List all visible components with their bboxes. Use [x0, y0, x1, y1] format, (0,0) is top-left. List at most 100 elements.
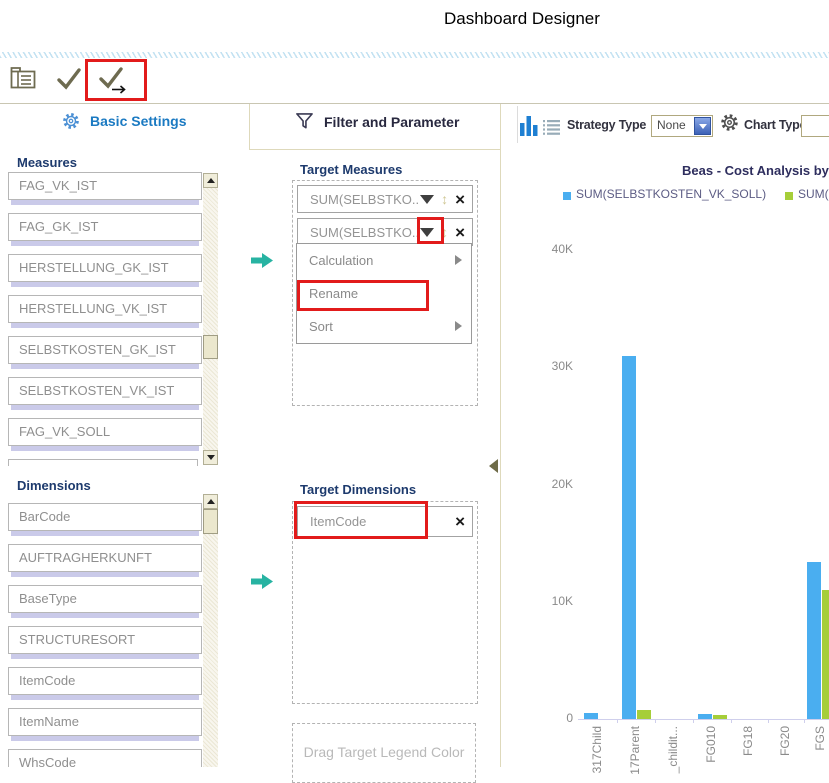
measure-remove-icon[interactable]: × — [455, 191, 465, 208]
legend-swatch — [563, 192, 571, 200]
chart-type-dropdown[interactable] — [801, 115, 829, 137]
target-measure-row[interactable]: SUM(SELBSTKO...↕× — [297, 218, 473, 246]
measure-item-box[interactable]: FAG_VK_SOLL — [8, 418, 202, 446]
measure-item-strip — [11, 323, 199, 328]
menu-item-calculation[interactable]: Calculation — [297, 244, 471, 277]
folder-browse-icon — [10, 66, 36, 89]
dimension-item[interactable]: ItemName — [8, 708, 202, 741]
x-axis-tick — [693, 719, 694, 723]
chart-x-axis — [578, 719, 829, 720]
dimension-item[interactable]: AUFTRAGHERKUNFT — [8, 544, 202, 577]
dimension-remove-icon[interactable]: × — [455, 513, 465, 530]
dimension-item-strip — [11, 654, 199, 659]
confirm-button[interactable] — [53, 64, 85, 97]
measure-item[interactable]: FAG_VK_IST — [8, 172, 202, 205]
dimension-item-strip — [11, 736, 199, 741]
measure-item-box[interactable]: FAG_GK_IST — [8, 213, 202, 241]
measure-item-box[interactable]: HERSTELLUNG_GK_IST — [8, 254, 202, 282]
measure-item-box[interactable]: SELBSTKOSTEN_VK_IST — [8, 377, 202, 405]
dimension-item-box[interactable]: ItemName — [8, 708, 202, 736]
dimension-item[interactable]: BaseType — [8, 585, 202, 618]
triangle-up-icon — [207, 499, 215, 504]
target-dimensions-label: Target Dimensions — [300, 482, 416, 497]
dimension-item[interactable]: ItemCode — [8, 667, 202, 700]
triangle-down-icon — [207, 455, 215, 460]
y-axis-tick-label: 20K — [540, 477, 573, 491]
strategy-type-label: Strategy Type — [567, 118, 646, 132]
legend-label: SUM(SELBSTKOSTEN_VK_SOLL) — [576, 187, 766, 201]
measure-item[interactable]: SELBSTKOSTEN_VK_IST — [8, 377, 202, 410]
measure-dropdown-caret-icon[interactable] — [420, 195, 434, 204]
scroll-up-button[interactable] — [203, 173, 218, 188]
dimensions-section-label: Dimensions — [17, 478, 91, 493]
filter-icon — [295, 112, 314, 131]
target-measure-row[interactable]: SUM(SELBSTKO...↕× — [297, 185, 473, 213]
y-axis-tick-label: 0 — [540, 711, 573, 725]
confirm-and-exit-button[interactable] — [95, 64, 136, 99]
x-axis-category-label: FG18 — [742, 726, 755, 756]
bar-chart-icon[interactable] — [520, 115, 538, 136]
collapse-panel-icon[interactable] — [489, 459, 498, 473]
target-legend-color-dropzone[interactable]: Drag Target Legend Color — [292, 723, 476, 783]
measure-item[interactable]: FAG_VK_SOLL — [8, 418, 202, 451]
bar-series1[interactable] — [698, 714, 712, 719]
list-icon[interactable] — [543, 119, 560, 135]
browse-button[interactable] — [8, 64, 38, 94]
bar-series1[interactable] — [807, 562, 821, 719]
chart-title: Beas - Cost Analysis by Ite — [682, 163, 829, 178]
dimension-item[interactable]: STRUCTURESORT — [8, 626, 202, 659]
dimension-item-box[interactable]: BaseType — [8, 585, 202, 613]
measure-item-partial — [8, 459, 198, 466]
bar-series2[interactable] — [822, 590, 829, 719]
target-dimensions-dropzone[interactable]: ItemCode× — [292, 501, 478, 704]
measures-scrollbar[interactable] — [203, 173, 218, 465]
dropdown-arrow-button[interactable] — [694, 117, 711, 135]
dimension-item-box[interactable]: BarCode — [8, 503, 202, 531]
measure-dropdown-caret-icon[interactable] — [420, 228, 434, 237]
scroll-up-button[interactable] — [203, 494, 218, 509]
dimension-item-box[interactable]: STRUCTURESORT — [8, 626, 202, 654]
chart-settings-gear-icon[interactable] — [720, 113, 739, 132]
dimension-item-strip — [11, 531, 199, 536]
measure-item-box[interactable]: HERSTELLUNG_VK_IST — [8, 295, 202, 323]
bar-series2[interactable] — [637, 710, 651, 719]
strategy-type-dropdown[interactable]: None — [651, 115, 713, 137]
dimension-item-box[interactable]: AUFTRAGHERKUNFT — [8, 544, 202, 572]
tab-basic-settings[interactable]: Basic Settings — [62, 112, 186, 130]
measure-item[interactable]: SELBSTKOSTEN_GK_IST — [8, 336, 202, 369]
measure-move-icon[interactable]: ↕ — [441, 191, 448, 207]
chart-type-label: Chart Type — [744, 118, 806, 132]
menu-item-rename[interactable]: Rename — [297, 277, 471, 310]
target-measures-label: Target Measures — [300, 162, 402, 177]
measure-item-strip — [11, 405, 199, 410]
dimension-item[interactable]: WhsCode — [8, 749, 202, 767]
dimension-item-box[interactable]: WhsCode — [8, 749, 202, 767]
page-title: Dashboard Designer — [444, 9, 600, 29]
bar-series1[interactable] — [622, 356, 636, 719]
submenu-arrow-icon — [455, 255, 462, 265]
measure-item-box[interactable]: FAG_VK_IST — [8, 172, 202, 200]
tab-filter-and-parameter[interactable]: Filter and Parameter — [295, 112, 459, 131]
bar-series1[interactable] — [584, 713, 598, 719]
scrollbar-thumb[interactable] — [203, 335, 218, 359]
scrollbar-thumb[interactable] — [203, 509, 218, 534]
menu-item-sort[interactable]: Sort — [297, 310, 471, 343]
legend-label: SUM(SE — [798, 187, 829, 201]
dimensions-scrollbar[interactable] — [203, 494, 218, 767]
measure-remove-icon[interactable]: × — [455, 224, 465, 241]
bar-series2[interactable] — [713, 715, 727, 719]
checkmark-icon — [55, 66, 83, 92]
dimension-item[interactable]: BarCode — [8, 503, 202, 536]
measure-item[interactable]: HERSTELLUNG_GK_IST — [8, 254, 202, 287]
measure-item[interactable]: FAG_GK_IST — [8, 213, 202, 246]
dimension-item-box[interactable]: ItemCode — [8, 667, 202, 695]
measure-item-strip — [11, 200, 199, 205]
x-axis-category-label: 17Parent — [629, 726, 642, 775]
measure-item-box[interactable]: SELBSTKOSTEN_GK_IST — [8, 336, 202, 364]
measure-item[interactable]: HERSTELLUNG_VK_IST — [8, 295, 202, 328]
scroll-down-button[interactable] — [203, 450, 218, 465]
measure-move-icon[interactable]: ↕ — [441, 224, 448, 240]
dashboard-designer-window: { "window": { "title": "Dashboard Design… — [0, 0, 829, 767]
x-axis-tick — [804, 719, 805, 723]
target-dimension-row[interactable]: ItemCode× — [297, 506, 473, 537]
